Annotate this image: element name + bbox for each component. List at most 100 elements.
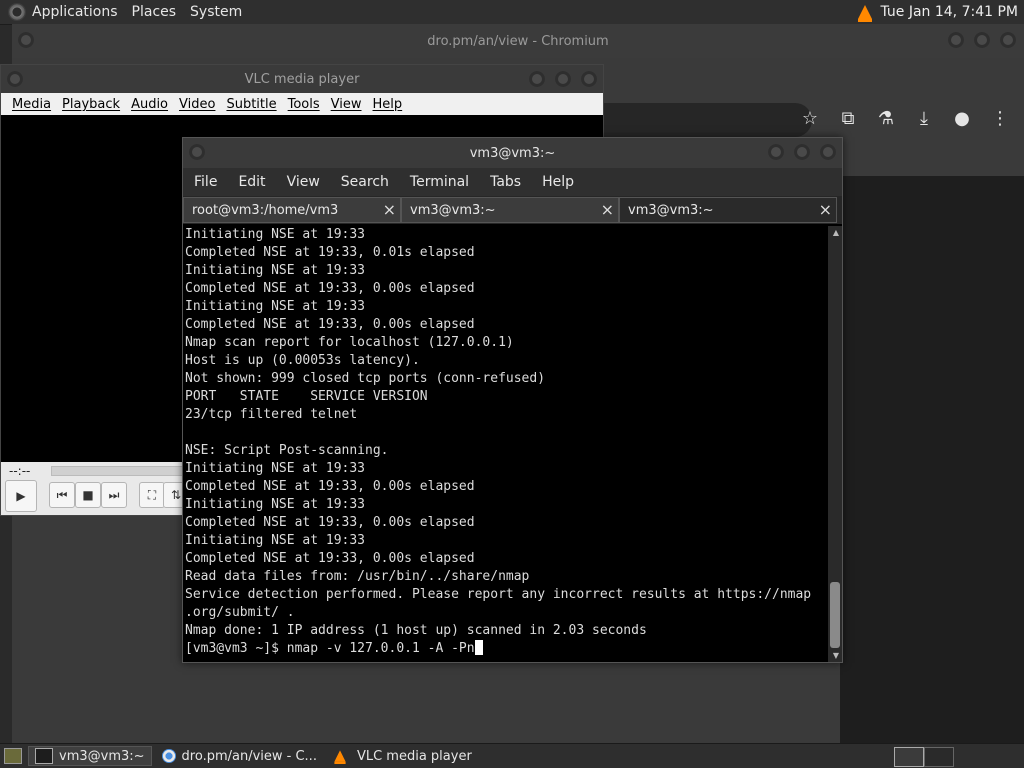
terminal-tab[interactable]: vm3@vm3:~ ×	[401, 197, 619, 223]
show-desktop-icon[interactable]	[4, 748, 22, 764]
vlc-titlebar[interactable]: VLC media player	[1, 65, 603, 93]
terminal-tab-active[interactable]: vm3@vm3:~ ×	[619, 197, 837, 223]
menu-places[interactable]: Places	[132, 4, 177, 20]
menu-system[interactable]: System	[190, 4, 242, 20]
terminal-line: Initiating NSE at 19:33	[185, 299, 366, 314]
labs-icon[interactable]: ⚗	[874, 108, 898, 129]
vlc-menu-help[interactable]: Help	[373, 97, 403, 112]
top-panel-right: Tue Jan 14, 7:41 PM	[858, 0, 1018, 24]
close-tab-icon[interactable]: ×	[383, 200, 396, 219]
vlc-menu-playback[interactable]: Playback	[62, 97, 120, 112]
terminal-line: Completed NSE at 19:33, 0.00s elapsed	[185, 479, 475, 494]
terminal-line: Completed NSE at 19:33, 0.00s elapsed	[185, 317, 475, 332]
terminal-titlebar[interactable]: vm3@vm3:~	[183, 138, 842, 168]
workspace-switcher-1[interactable]	[894, 747, 924, 767]
terminal-cursor	[474, 640, 483, 655]
scrollbar-thumb[interactable]	[830, 582, 840, 648]
close-tab-icon[interactable]: ×	[601, 200, 614, 219]
minimize-button[interactable]	[768, 144, 784, 160]
tab-label: root@vm3:/home/vm3	[192, 202, 339, 218]
download-icon[interactable]: ⤓	[912, 108, 936, 129]
terminal-line: Completed NSE at 19:33, 0.01s elapsed	[185, 245, 475, 260]
taskbar-item-chromium[interactable]: dro.pm/an/view - C...	[156, 746, 323, 766]
maximize-button[interactable]	[555, 71, 571, 87]
terminal-line: Nmap scan report for localhost (127.0.0.…	[185, 335, 514, 350]
terminal-menu-help[interactable]: Help	[542, 174, 574, 190]
vlc-tray-icon[interactable]	[858, 5, 873, 22]
minimize-button[interactable]	[529, 71, 545, 87]
tab-label: vm3@vm3:~	[410, 202, 496, 218]
terminal-menu-search[interactable]: Search	[341, 174, 389, 190]
terminal-lines: Initiating NSE at 19:33 Completed NSE at …	[183, 226, 828, 658]
terminal-line: Service detection performed. Please repo…	[185, 587, 812, 602]
terminal-scrollbar[interactable]: ▲ ▼	[828, 226, 842, 662]
window-menu-button[interactable]	[7, 71, 23, 87]
terminal-tab[interactable]: root@vm3:/home/vm3 ×	[183, 197, 401, 223]
taskbar: vm3@vm3:~ dro.pm/an/view - C... VLC medi…	[0, 743, 1024, 768]
play-button[interactable]: ▶	[5, 480, 37, 512]
terminal-prompt: [vm3@vm3 ~]$ nmap -v 127.0.0.1 -A -Pn	[185, 641, 475, 656]
vlc-menu-tools[interactable]: Tools	[288, 97, 320, 112]
terminal-tabs: root@vm3:/home/vm3 × vm3@vm3:~ × vm3@vm3…	[183, 196, 842, 224]
maximize-button[interactable]	[974, 32, 990, 48]
fullscreen-button[interactable]: ⛶	[139, 482, 165, 508]
terminal-menu-file[interactable]: File	[194, 174, 217, 190]
address-bar[interactable]	[602, 103, 812, 137]
terminal-line: Initiating NSE at 19:33	[185, 461, 366, 476]
window-menu-button[interactable]	[18, 32, 34, 48]
close-button[interactable]	[1000, 32, 1016, 48]
terminal-line: Completed NSE at 19:33, 0.00s elapsed	[185, 515, 475, 530]
tab-label: vm3@vm3:~	[628, 202, 714, 218]
profile-icon[interactable]: ●	[950, 108, 974, 129]
chromium-toolbar-icons: ☆ ⧉ ⚗ ⤓ ● ⋮	[798, 108, 1012, 129]
taskbar-item-vlc[interactable]: VLC media player	[327, 746, 478, 766]
workspace-switcher-2[interactable]	[924, 747, 954, 767]
elapsed-time: --:--	[9, 464, 31, 478]
maximize-button[interactable]	[794, 144, 810, 160]
extension-icon[interactable]: ⧉	[836, 108, 860, 129]
vlc-menubar: Media Playback Audio Video Subtitle Tool…	[1, 93, 603, 115]
terminal-menu-tabs[interactable]: Tabs	[490, 174, 521, 190]
terminal-menu-edit[interactable]: Edit	[238, 174, 265, 190]
terminal-output[interactable]: Initiating NSE at 19:33 Completed NSE at …	[183, 226, 828, 662]
vlc-menu-media[interactable]: Media	[12, 97, 51, 112]
taskbar-item-label: VLC media player	[356, 748, 472, 764]
menu-applications[interactable]: Applications	[32, 4, 118, 20]
terminal-line: Initiating NSE at 19:33	[185, 497, 366, 512]
terminal-line: Completed NSE at 19:33, 0.00s elapsed	[185, 551, 475, 566]
terminal-menu-view[interactable]: View	[287, 174, 320, 190]
terminal-line: NSE: Script Post-scanning.	[185, 443, 389, 458]
close-button[interactable]	[581, 71, 597, 87]
taskbar-item-terminal[interactable]: vm3@vm3:~	[28, 746, 152, 766]
menu-icon[interactable]: ⋮	[988, 108, 1012, 129]
terminal-window: vm3@vm3:~ File Edit View Search Terminal…	[182, 137, 843, 663]
stop-button[interactable]: ■	[75, 482, 101, 508]
vlc-menu-video[interactable]: Video	[179, 97, 215, 112]
terminal-line: Initiating NSE at 19:33	[185, 533, 366, 548]
previous-button[interactable]: ⏮	[49, 482, 75, 508]
terminal-line: Initiating NSE at 19:33	[185, 227, 366, 242]
vlc-menu-view[interactable]: View	[331, 97, 362, 112]
vlc-menu-subtitle[interactable]: Subtitle	[226, 97, 276, 112]
terminal-line: Initiating NSE at 19:33	[185, 263, 366, 278]
terminal-line: Read data files from: /usr/bin/../share/…	[185, 569, 530, 584]
close-tab-icon[interactable]: ×	[819, 200, 832, 219]
taskbar-item-label: vm3@vm3:~	[59, 748, 145, 764]
taskbar-item-label: dro.pm/an/view - C...	[181, 748, 317, 764]
terminal-line: .org/submit/ .	[185, 605, 295, 620]
clock[interactable]: Tue Jan 14, 7:41 PM	[880, 4, 1018, 20]
next-button[interactable]: ⏭	[101, 482, 127, 508]
vlc-menu-audio[interactable]: Audio	[131, 97, 168, 112]
minimize-button[interactable]	[948, 32, 964, 48]
terminal-menu-terminal[interactable]: Terminal	[410, 174, 469, 190]
close-button[interactable]	[820, 144, 836, 160]
scroll-down-icon[interactable]: ▼	[833, 651, 839, 660]
window-menu-button[interactable]	[189, 144, 205, 160]
chromium-titlebar[interactable]: dro.pm/an/view - Chromium	[12, 24, 1024, 58]
scroll-up-icon[interactable]: ▲	[833, 228, 839, 237]
chromium-content	[840, 176, 1024, 744]
applications-logo-icon[interactable]	[8, 3, 26, 21]
star-icon[interactable]: ☆	[798, 108, 822, 129]
terminal-line: PORT STATE SERVICE VERSION	[185, 389, 428, 404]
seek-slider[interactable]	[51, 466, 193, 476]
